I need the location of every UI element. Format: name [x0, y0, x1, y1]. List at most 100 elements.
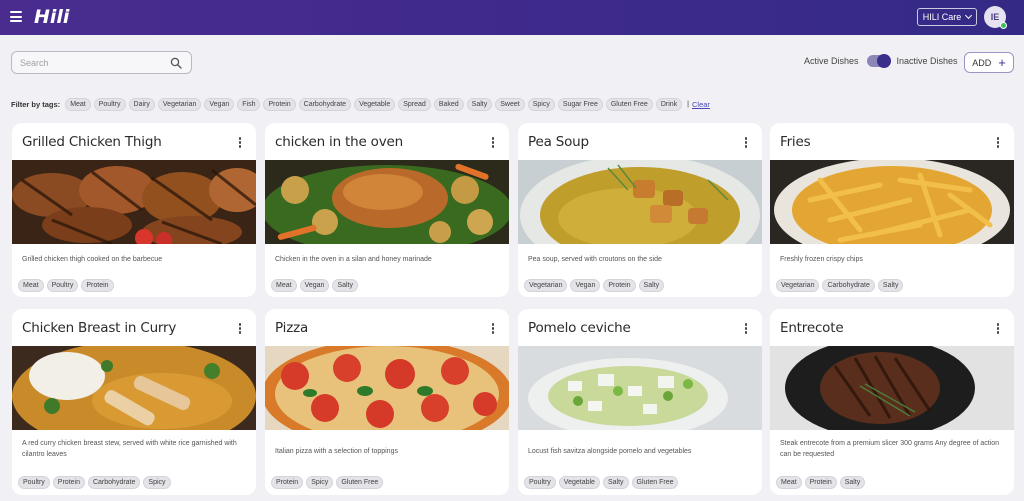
search-box [11, 51, 192, 74]
filter-tag-poultry[interactable]: Poultry [93, 98, 126, 111]
dish-card[interactable]: Chicken Breast in Curry A red curry chic… [12, 309, 256, 495]
filter-tag-dairy[interactable]: Dairy [128, 98, 155, 111]
online-status-indicator [1000, 22, 1007, 29]
organization-name: HILI Care [922, 12, 962, 22]
dish-tag: Protein [81, 279, 114, 292]
dish-image [12, 160, 256, 244]
dish-tags: Protein Spicy Gluten Free [271, 476, 386, 489]
dish-title: Pea Soup [528, 134, 589, 150]
search-icon[interactable] [170, 57, 182, 69]
avatar-initials: IE [990, 12, 1000, 22]
dish-card[interactable]: Pea Soup Pea soup, served with croutons … [518, 123, 762, 297]
dish-image [518, 160, 762, 244]
dish-tags: Poultry Protein Carbohydrate Spicy [18, 476, 174, 489]
dish-card[interactable]: Pizza Italian pizza with a selection of … [265, 309, 509, 495]
app-logo[interactable]: Hili [34, 6, 69, 28]
dish-tag: Vegetarian [524, 279, 568, 292]
more-vertical-icon[interactable] [238, 137, 242, 149]
dish-tag: Gluten Free [631, 476, 679, 489]
dish-tag: Carbohydrate [87, 476, 141, 489]
dish-tag: Vegetable [558, 476, 600, 489]
filter-tag-spread[interactable]: Spread [398, 98, 431, 111]
more-vertical-icon[interactable] [744, 323, 748, 335]
filter-tag-drink[interactable]: Drink [655, 98, 683, 111]
filter-tag-gluten-free[interactable]: Gluten Free [605, 98, 653, 111]
dish-tag: Gluten Free [336, 476, 384, 489]
dish-title: Pizza [275, 320, 309, 336]
dish-tag: Salty [638, 279, 665, 292]
filter-tag-vegan[interactable]: Vegan [204, 98, 235, 111]
dish-tags: Meat Protein Salty [776, 476, 868, 489]
more-vertical-icon[interactable] [238, 323, 242, 335]
filter-tag-baked[interactable]: Baked [433, 98, 464, 111]
dish-title: Chicken Breast in Curry [22, 320, 177, 336]
filter-tag-salty[interactable]: Salty [466, 98, 493, 111]
dish-description: Freshly frozen crispy chips [780, 256, 863, 263]
filter-tag-fish[interactable]: Fish [237, 98, 261, 111]
dish-tags: Vegetarian Carbohydrate Salty [776, 279, 906, 292]
dish-tag: Protein [52, 476, 85, 489]
more-vertical-icon[interactable] [491, 137, 495, 149]
dish-title: Entrecote [780, 320, 844, 336]
dish-image [518, 346, 762, 430]
dish-title: chicken in the oven [275, 134, 403, 150]
dish-card[interactable]: Fries Freshly frozen crispy chips Vegeta… [770, 123, 1014, 297]
hamburger-icon[interactable] [10, 11, 22, 22]
dish-card[interactable]: Entrecote Steak entrecote from a premium… [770, 309, 1014, 495]
chevron-down-icon [965, 11, 973, 20]
more-vertical-icon[interactable] [996, 137, 1000, 149]
dish-tag: Poultry [524, 476, 556, 489]
dish-image [265, 160, 509, 244]
plus-icon: + [998, 54, 1006, 70]
dish-tag: Vegetarian [776, 279, 820, 292]
dish-tag: Salty [877, 279, 904, 292]
dish-tag: Salty [839, 476, 866, 489]
dish-tag: Spicy [143, 476, 171, 489]
user-avatar[interactable]: IE [984, 6, 1007, 29]
dish-tag: Protein [603, 279, 636, 292]
active-dishes-label[interactable]: Active Dishes [804, 56, 859, 66]
search-input[interactable] [20, 57, 160, 68]
dish-tags: Meat Poultry Protein [18, 279, 117, 292]
filter-tag-vegetarian[interactable]: Vegetarian [157, 98, 202, 111]
filter-tag-vegetable[interactable]: Vegetable [354, 98, 396, 111]
dish-image [265, 346, 509, 430]
tag-filter-bar: Filter by tags: Meat Poultry Dairy Veget… [11, 98, 710, 111]
dish-tag: Poultry [18, 476, 50, 489]
dish-tag: Meat [18, 279, 44, 292]
filter-label: Filter by tags: [11, 100, 61, 109]
more-vertical-icon[interactable] [996, 323, 1000, 335]
more-vertical-icon[interactable] [491, 323, 495, 335]
dish-tag: Protein [804, 476, 837, 489]
dish-tags: Vegetarian Vegan Protein Salty [524, 279, 667, 292]
filter-tag-sweet[interactable]: Sweet [495, 98, 525, 111]
filter-tag-meat[interactable]: Meat [65, 98, 91, 111]
inactive-dishes-label[interactable]: Inactive Dishes [897, 56, 958, 66]
dish-image [770, 346, 1014, 430]
dish-tag: Vegan [299, 279, 330, 292]
dish-card[interactable]: Pomelo ceviche Locust fish savitza along… [518, 309, 762, 495]
filter-tag-carbohydrate[interactable]: Carbohydrate [298, 98, 352, 111]
dish-tags: Meat Vegan Salty [271, 279, 361, 292]
dish-tag: Carbohydrate [822, 279, 875, 292]
dish-tag: Vegan [570, 279, 601, 292]
dish-title: Fries [780, 134, 811, 150]
dish-description: Italian pizza with a selection of toppin… [275, 448, 398, 455]
dish-description: Steak entrecote from a premium slicer 30… [780, 440, 1000, 458]
filter-tag-spicy[interactable]: Spicy [527, 98, 555, 111]
filter-tag-protein[interactable]: Protein [263, 98, 296, 111]
dish-title: Grilled Chicken Thigh [22, 134, 162, 150]
dish-description: Chicken in the oven in a silan and honey… [275, 256, 432, 263]
dish-status-toggle[interactable] [866, 54, 891, 68]
more-vertical-icon[interactable] [744, 137, 748, 149]
dish-description: Grilled chicken thigh cooked on the barb… [22, 256, 163, 263]
dish-tag: Spicy [306, 476, 334, 489]
organization-select[interactable]: HILI Care [917, 8, 977, 26]
dish-card[interactable]: chicken in the oven Chicken in the oven … [265, 123, 509, 297]
filter-tag-sugar-free[interactable]: Sugar Free [557, 98, 603, 111]
toggle-knob [876, 54, 891, 68]
clear-filters-link[interactable]: Clear [692, 100, 710, 109]
add-dish-button[interactable]: ADD + [964, 52, 1014, 73]
dish-tag: Meat [776, 476, 802, 489]
dish-card[interactable]: Grilled Chicken Thigh Grilled chicken th… [12, 123, 256, 297]
